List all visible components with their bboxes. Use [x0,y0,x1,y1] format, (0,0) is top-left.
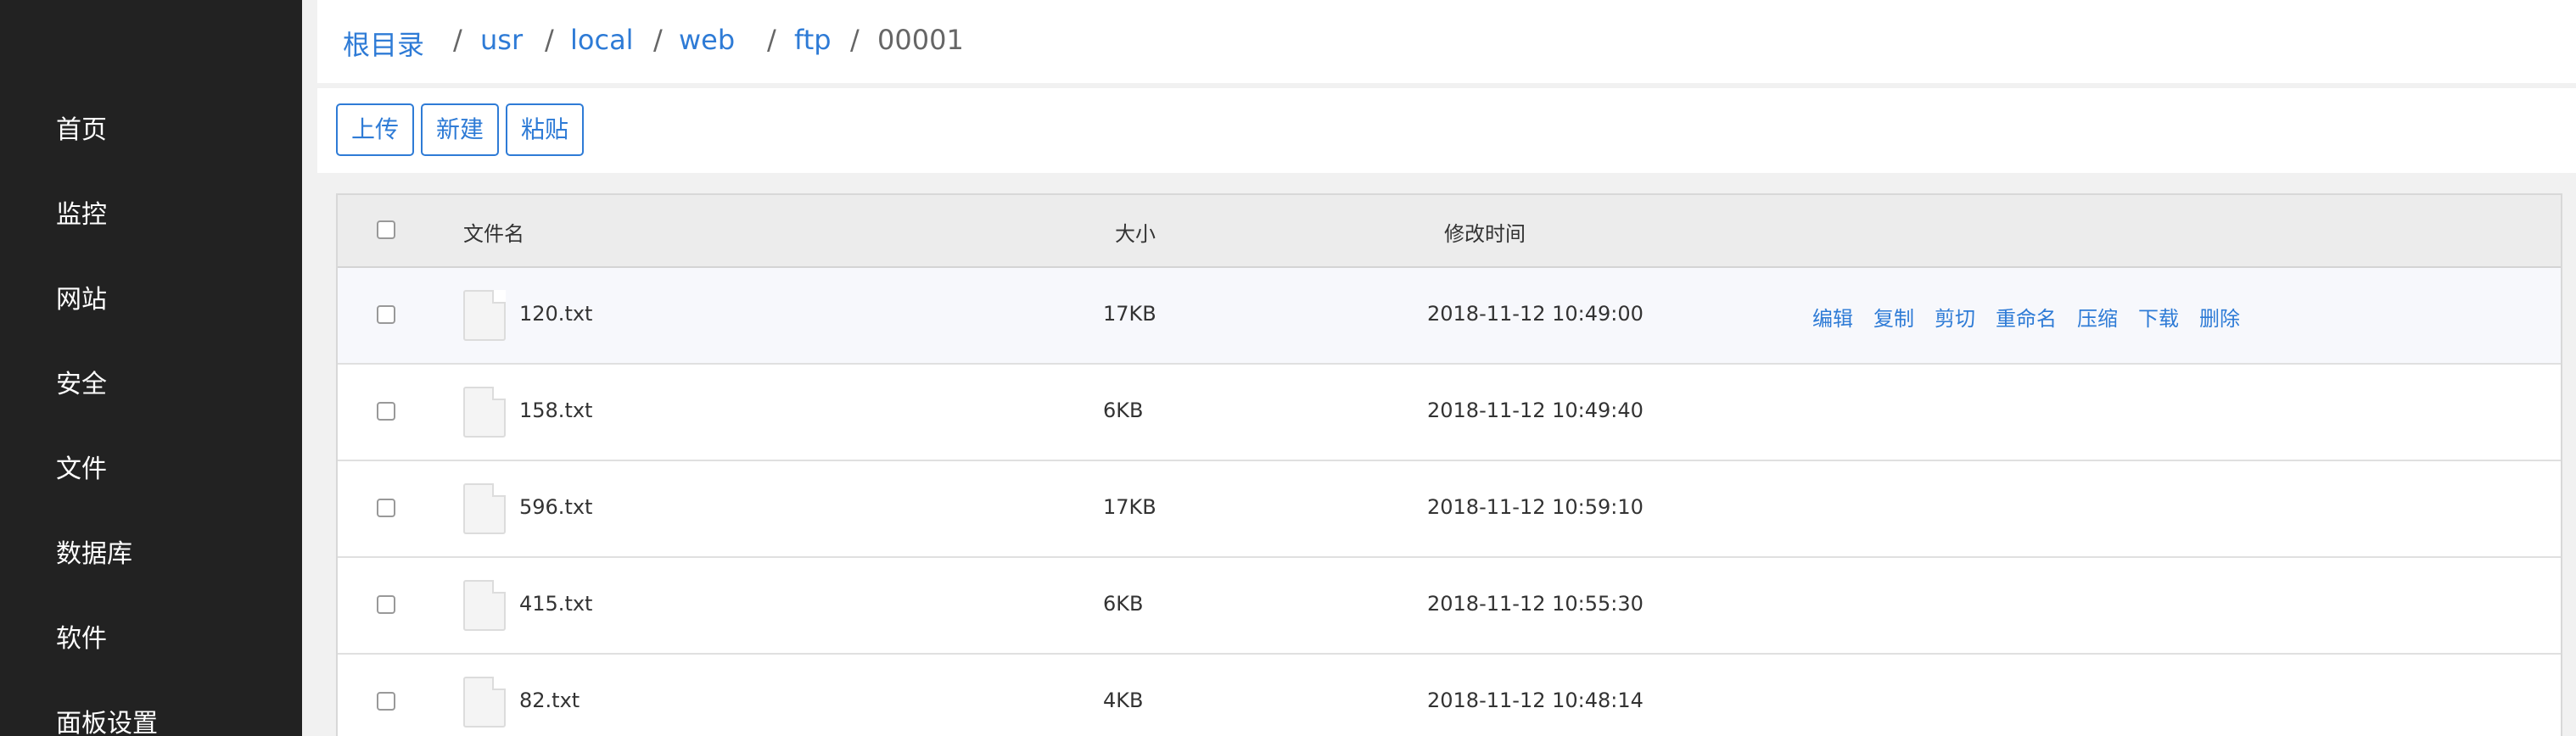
table-row[interactable]: 415.txt 6KB 2018-11-12 10:55:30 [338,558,2561,655]
file-name[interactable]: 82.txt [519,689,580,712]
file-name[interactable]: 415.txt [519,592,592,616]
breadcrumb: 根目录 / usr / local / web / ftp / 00001 [317,0,2576,83]
row-checkbox[interactable] [377,499,395,517]
file-icon [463,483,506,534]
file-size: 17KB [1103,302,1156,326]
sidebar-item-software[interactable]: 软件 [56,617,107,655]
file-size: 6KB [1103,592,1144,616]
breadcrumb-separator: / [850,24,860,56]
row-checkbox[interactable] [377,595,395,614]
breadcrumb-current: 00001 [877,24,964,56]
paste-button[interactable]: 粘贴 [506,103,584,156]
file-size: 4KB [1103,689,1144,712]
file-name[interactable]: 596.txt [519,495,592,519]
file-name[interactable]: 158.txt [519,399,592,422]
header-filename: 文件名 [463,222,524,246]
file-icon [463,677,506,728]
table-row[interactable]: 120.txt 17KB 2018-11-12 10:49:00 编辑 复制 剪… [338,268,2561,365]
file-size: 17KB [1103,495,1156,519]
file-icon [463,290,506,341]
breadcrumb-usr[interactable]: usr [480,24,523,56]
file-modified: 2018-11-12 10:55:30 [1427,592,1644,616]
new-button[interactable]: 新建 [421,103,499,156]
sidebar-item-website[interactable]: 网站 [56,278,107,315]
file-modified: 2018-11-12 10:49:40 [1427,399,1644,422]
toolbar: 上传 新建 粘贴 [317,88,2576,173]
breadcrumb-separator: / [545,24,554,56]
breadcrumb-separator: / [767,24,776,56]
file-icon [463,580,506,631]
download-action[interactable]: 下载 [2138,302,2179,332]
row-checkbox[interactable] [377,305,395,324]
breadcrumb-ftp[interactable]: ftp [794,24,832,56]
breadcrumb-separator: / [653,24,663,56]
file-modified: 2018-11-12 10:59:10 [1427,495,1644,519]
delete-action[interactable]: 删除 [2199,302,2240,332]
file-icon [463,387,506,438]
breadcrumb-separator: / [453,24,462,56]
file-name[interactable]: 120.txt [519,302,592,326]
table-row[interactable]: 596.txt 17KB 2018-11-12 10:59:10 [338,461,2561,558]
table-row[interactable]: 82.txt 4KB 2018-11-12 10:48:14 [338,655,2561,736]
copy-action[interactable]: 复制 [1873,302,1914,332]
sidebar-item-monitor[interactable]: 监控 [56,193,107,231]
file-modified: 2018-11-12 10:49:00 [1427,302,1644,326]
cut-action[interactable]: 剪切 [1935,302,1975,332]
sidebar-item-files[interactable]: 文件 [56,448,107,485]
select-all-checkbox[interactable] [377,220,395,239]
header-size: 大小 [1115,222,1156,246]
breadcrumb-local[interactable]: local [570,24,634,56]
sidebar-item-security[interactable]: 安全 [56,363,107,400]
table-header: 文件名 大小 修改时间 [338,195,2561,268]
main-content: 根目录 / usr / local / web / ftp / 00001 上传… [302,0,2576,736]
row-checkbox[interactable] [377,692,395,711]
breadcrumb-web[interactable]: web [679,24,735,56]
table-row[interactable]: 158.txt 6KB 2018-11-12 10:49:40 [338,365,2561,461]
rename-action[interactable]: 重命名 [1996,302,2057,332]
file-size: 6KB [1103,399,1144,422]
header-modified: 修改时间 [1444,222,1526,246]
sidebar-item-panel-settings[interactable]: 面板设置 [56,702,158,736]
row-checkbox[interactable] [377,402,395,421]
compress-action[interactable]: 压缩 [2077,302,2118,332]
sidebar: 首页 监控 网站 安全 文件 数据库 软件 面板设置 [0,0,302,736]
file-modified: 2018-11-12 10:48:14 [1427,689,1644,712]
file-table: 文件名 大小 修改时间 120.txt 17KB 2018-11-12 10:4… [336,193,2562,736]
sidebar-item-database[interactable]: 数据库 [56,532,132,570]
upload-button[interactable]: 上传 [336,103,414,156]
breadcrumb-root[interactable]: 根目录 [343,24,424,63]
edit-action[interactable]: 编辑 [1812,302,1853,332]
sidebar-item-home[interactable]: 首页 [56,109,107,146]
